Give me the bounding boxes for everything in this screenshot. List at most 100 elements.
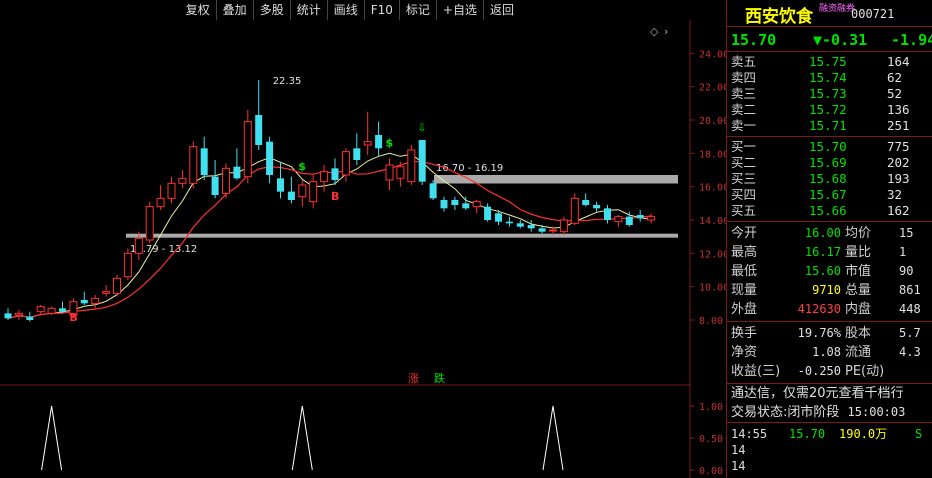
candle-body xyxy=(26,316,34,320)
candle-body xyxy=(625,216,633,225)
kline-chart-area[interactable]: 复权 叠加 多股 统计 画线 F10 标记 +自选 返回 12.79 - 13.… xyxy=(0,0,726,478)
candle-body xyxy=(47,307,56,314)
candle-body xyxy=(375,135,383,149)
buy-marker: B xyxy=(331,190,339,203)
candle-body xyxy=(516,223,524,227)
y-axis-tick-label: 14.00 xyxy=(699,216,726,227)
trade-status-value: 闭市阶段 xyxy=(787,405,840,420)
candle-body xyxy=(505,221,513,224)
candle-body xyxy=(549,229,557,232)
promo-notice[interactable]: 通达信，仅需20元查看千档行 xyxy=(727,384,932,403)
quote-panel: 西安饮食 融资融券 000721 15.70 ▼-0.31 -1.94 卖五 15… xyxy=(726,0,932,478)
rise-label: 涨 xyxy=(408,372,419,385)
ask-row[interactable]: 卖四 15.74 62 xyxy=(727,70,932,86)
buy-marker: B xyxy=(69,311,77,324)
candle-body xyxy=(320,171,329,183)
bid-row[interactable]: 买四 15.67 32 xyxy=(727,187,932,203)
stock-name: 西安饮食 xyxy=(745,7,813,27)
trade-status-row: 交易状态:闭市阶段 15:00:03 xyxy=(727,403,932,422)
candle-body xyxy=(331,168,339,180)
trade-status-time: 15:00:03 xyxy=(847,405,906,419)
ask-row[interactable]: 卖五 15.75 164 xyxy=(727,54,932,70)
indicator-tick-label: 0.50 xyxy=(699,434,723,445)
candle-body xyxy=(407,149,416,183)
fundamental-stats: 换手 19.76% 股本 5.7 净资 1.08 流通 4.3 收益(三) -0.250 PE(… xyxy=(727,322,932,384)
candle-body xyxy=(4,313,12,319)
candle-body xyxy=(167,182,176,199)
candle-body xyxy=(429,183,437,199)
candle-body xyxy=(14,312,23,316)
candle-body xyxy=(440,200,448,209)
candle-body xyxy=(385,164,394,181)
indicator-tick-label: 1.00 xyxy=(699,402,723,413)
candle-body xyxy=(91,297,100,304)
stat-row: 现量 9710 总量 861 xyxy=(731,283,921,298)
candle-body xyxy=(604,208,611,220)
candle-body xyxy=(102,291,111,294)
sell-marker: $ xyxy=(386,137,394,150)
candle-body xyxy=(363,141,372,146)
candle-body xyxy=(134,237,143,254)
candle-body xyxy=(527,225,535,229)
candle-body xyxy=(178,177,187,184)
resistance-zone-band xyxy=(434,175,678,184)
stat-row: 收益(三) -0.250 PE(动) xyxy=(731,364,885,379)
candle-body xyxy=(59,308,66,312)
candle-body xyxy=(200,148,208,175)
bid-row[interactable]: 买三 15.68 193 xyxy=(727,171,932,187)
stock-code: 000721 xyxy=(851,7,895,21)
candle-body xyxy=(614,216,623,223)
candle-body xyxy=(396,166,405,179)
ask-row[interactable]: 卖一 15.71 251 xyxy=(727,118,932,134)
stat-row: 今开 16.00 均价 15 xyxy=(731,226,914,241)
candle-body xyxy=(593,205,601,209)
trade-status-label: 交易状态: xyxy=(731,405,788,420)
y-axis-tick-label: 8.00 xyxy=(699,316,723,327)
indicator-spike xyxy=(41,405,63,471)
candle-body xyxy=(80,300,88,304)
kline-svg[interactable]: 12.79 - 13.1216.70 - 16.19 22.35BB$$⇩ 24… xyxy=(0,0,726,478)
settings-diamond-icon[interactable]: ◇ xyxy=(650,25,659,38)
tick-row: 14 xyxy=(731,443,746,457)
candle-body xyxy=(233,166,241,179)
candle-body xyxy=(123,252,132,278)
candle-body xyxy=(451,200,459,205)
candle-body xyxy=(582,200,590,205)
candle-body xyxy=(484,206,492,220)
stat-row: 换手 19.76% 股本 5.7 xyxy=(731,326,921,341)
candle-body xyxy=(353,148,361,160)
ask-row[interactable]: 卖二 15.72 136 xyxy=(727,102,932,118)
candle-body xyxy=(243,121,252,178)
bid-row[interactable]: 买二 15.69 202 xyxy=(727,155,932,171)
candle-body xyxy=(266,141,274,175)
ask-book: 卖五 15.75 164 卖四 15.74 62 卖三 15.73 52 卖二 15.72 13… xyxy=(727,52,932,137)
candle-body xyxy=(341,151,350,176)
ask-row[interactable]: 卖三 15.73 52 xyxy=(727,86,932,102)
fall-label: 跌 xyxy=(434,371,445,385)
bid-row[interactable]: 买五 15.66 162 xyxy=(727,203,932,219)
price-row: 15.70 ▼-0.31 -1.94 xyxy=(727,27,932,52)
candle-body xyxy=(36,306,45,313)
y-axis-tick-label: 16.00 xyxy=(699,183,726,194)
stat-row: 最高 16.17 量比 1 xyxy=(731,245,907,260)
candle-body xyxy=(211,176,219,195)
candle-body xyxy=(647,216,656,221)
sell-marker: $ xyxy=(298,160,306,173)
tick-list[interactable]: 14:55 15.70 190.0万 S 14 14 xyxy=(727,422,932,474)
indicator-spike xyxy=(542,405,564,471)
collapse-chevron-icon[interactable]: › xyxy=(664,25,668,38)
price-change: ▼-0.31 xyxy=(813,31,868,49)
candle-body xyxy=(298,184,307,198)
candle-body xyxy=(156,197,165,208)
y-axis-tick-label: 18.00 xyxy=(699,149,726,160)
candle-body xyxy=(309,181,318,203)
indicator-tick-label: 0.00 xyxy=(699,466,723,477)
candle-body xyxy=(472,201,481,208)
y-axis-tick-label: 10.00 xyxy=(699,283,726,294)
daily-stats: 今开 16.00 均价 15 最高 16.17 量比 1 最低 15.60 市值 90 现量 971… xyxy=(727,222,932,322)
tick-row: 14:55 15.70 190.0万 S xyxy=(731,427,923,441)
candle-body xyxy=(636,215,644,219)
candle-body xyxy=(570,197,579,224)
candle-body xyxy=(287,191,295,200)
bid-row[interactable]: 买一 15.70 775 xyxy=(727,139,932,155)
